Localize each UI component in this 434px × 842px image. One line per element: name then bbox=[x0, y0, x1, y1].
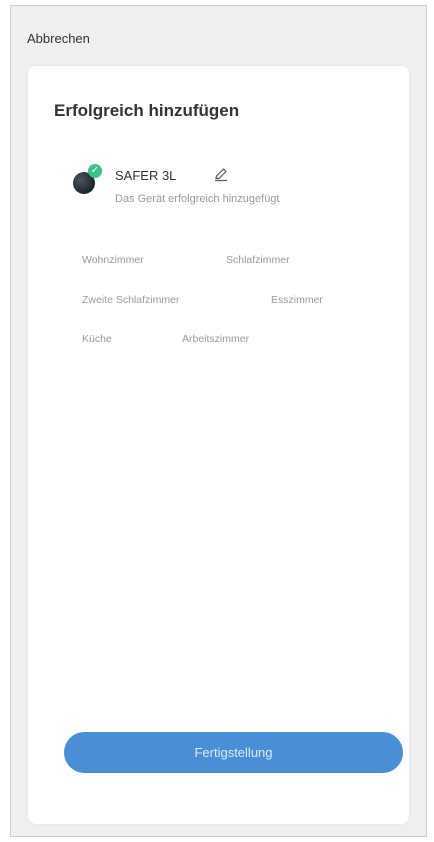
device-status-text: Das Gerät erfolgreich hinzugefügt bbox=[115, 193, 280, 205]
room-chip-arbeitszimmer[interactable]: Arbeitszimmer bbox=[182, 333, 249, 345]
check-icon: ✓ bbox=[88, 164, 102, 178]
finish-button[interactable]: Fertigstellung bbox=[64, 732, 403, 773]
success-card: Erfolgreich hinzufügen ✓ SAFER 3L Das Ge… bbox=[28, 66, 409, 824]
room-chip-schlafzimmer[interactable]: Schlafzimmer bbox=[226, 254, 290, 266]
room-chip-wohnzimmer[interactable]: Wohnzimmer bbox=[82, 254, 144, 266]
app-screen: Abbrechen Erfolgreich hinzufügen ✓ SAFER… bbox=[10, 5, 427, 837]
cancel-button[interactable]: Abbrechen bbox=[27, 31, 90, 46]
room-chip-zweite-schlafzimmer[interactable]: Zweite Schlafzimmer bbox=[82, 294, 179, 306]
page-title: Erfolgreich hinzufügen bbox=[54, 101, 240, 120]
room-chip-kueche[interactable]: Küche bbox=[82, 333, 112, 345]
device-name[interactable]: SAFER 3L bbox=[115, 168, 176, 183]
device-icon: ✓ bbox=[73, 164, 102, 196]
room-chip-esszimmer[interactable]: Esszimmer bbox=[271, 294, 323, 306]
edit-pencil-icon[interactable] bbox=[213, 166, 229, 182]
device-row: ✓ SAFER 3L Das Gerät erfolgreich hinzuge… bbox=[70, 162, 370, 212]
